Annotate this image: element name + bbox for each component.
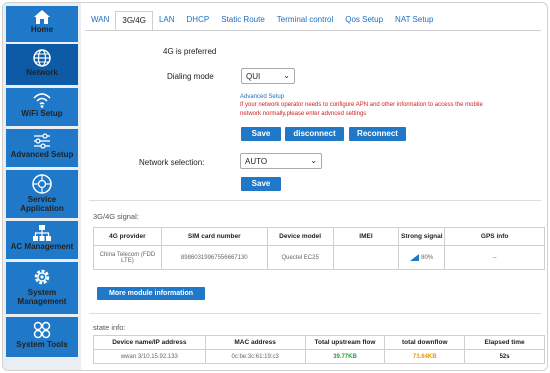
sidebar-item-label: Advanced Setup <box>10 150 74 159</box>
sidebar-item-label: System Management <box>17 288 67 306</box>
preferred-text: 4G is preferred <box>163 47 217 56</box>
sim-cell: 89860319967556667130 <box>160 245 268 270</box>
table-row: wwan 3/10.15.92.133 0c:be:3c:61:19:c3 39… <box>93 349 545 364</box>
column-header: SIM card number <box>160 227 268 246</box>
sidebar-item-service-application[interactable]: Service Application <box>6 170 78 218</box>
sidebar-item-label: Home <box>30 25 54 34</box>
sidebar-item-label: Network <box>26 68 58 77</box>
tab-divider <box>85 30 541 31</box>
tools-icon <box>33 321 51 339</box>
tab-dhcp[interactable]: DHCP <box>181 11 216 31</box>
tab-terminal-control[interactable]: Terminal control <box>271 11 339 31</box>
state-table-header: Device name/IP address MAC address Total… <box>93 335 545 350</box>
network-tree-icon <box>33 225 51 241</box>
sidebar-item-advanced-setup[interactable]: Advanced Setup <box>6 129 78 167</box>
sidebar-item-network[interactable]: Network <box>6 44 78 85</box>
warning-line-2: network normally,please enter advnced se… <box>240 111 367 117</box>
column-header: Device model <box>266 227 334 246</box>
tab-nat-setup[interactable]: NAT Setup <box>389 11 439 31</box>
tab-bar: WAN 3G/4G LAN DHCP Static Route Terminal… <box>85 11 439 31</box>
warning-line-1: If your network operator needs to config… <box>240 102 483 108</box>
router-admin-window: Home Network WiFi Setup Advanced Setup S… <box>2 2 548 371</box>
state-section-title: state info: <box>93 323 126 332</box>
more-module-info-button[interactable]: More module information <box>97 287 205 300</box>
column-header: Total upstream flow <box>304 335 386 350</box>
provider-cell: China Telecom (FDD LTE) <box>93 245 162 270</box>
sliders-icon <box>34 133 50 149</box>
device-cell: wwan 3/10.15.92.133 <box>93 349 206 364</box>
main-panel: WAN 3G/4G LAN DHCP Static Route Terminal… <box>85 3 547 370</box>
tab-wan[interactable]: WAN <box>85 11 115 31</box>
column-header: total downflow <box>384 335 466 350</box>
sidebar-item-home[interactable]: Home <box>6 6 78 42</box>
save-button[interactable]: Save <box>241 127 281 141</box>
tab-3g4g[interactable]: 3G/4G <box>115 11 153 31</box>
globe-icon <box>33 49 51 67</box>
gear-icon <box>34 269 50 285</box>
signal-bars-icon <box>410 253 420 261</box>
sidebar-item-label: System Tools <box>16 340 68 349</box>
signal-strength-cell: 80% <box>398 245 446 270</box>
column-header: Elapsed time <box>464 335 545 350</box>
column-header: GPS info <box>444 227 545 246</box>
model-cell: Quectel EC25 <box>266 245 334 270</box>
column-header: 4G provider <box>93 227 162 246</box>
reconnect-button[interactable]: Reconnect <box>349 127 406 141</box>
dialing-mode-value: QUI <box>246 72 261 81</box>
imei-cell <box>332 245 400 270</box>
sidebar-item-system-tools[interactable]: System Tools <box>6 317 78 357</box>
wifi-icon <box>33 93 51 108</box>
column-header: Strong signal <box>398 227 446 246</box>
downflow-cell: 73.64KB <box>384 349 466 364</box>
sidebar-item-ac-management[interactable]: AC Management <box>6 221 78 259</box>
dialing-mode-label: Dialing mode <box>167 72 214 81</box>
sidebar-item-label: AC Management <box>10 242 74 251</box>
dialing-mode-select[interactable]: QUI ⌄ <box>241 68 295 84</box>
save-network-button[interactable]: Save <box>241 177 281 191</box>
mac-cell: 0c:be:3c:61:19:c3 <box>204 349 306 364</box>
chevron-down-icon: ⌄ <box>283 71 290 80</box>
sidebar-item-wifi-setup[interactable]: WiFi Setup <box>6 88 78 126</box>
chevron-down-icon: ⌄ <box>310 156 317 165</box>
signal-section-title: 3G/4G signal: <box>93 212 139 221</box>
signal-table-header: 4G provider SIM card number Device model… <box>93 227 545 246</box>
elapsed-cell: 52s <box>464 349 545 364</box>
sidebar-item-system-management[interactable]: System Management <box>6 262 78 314</box>
disconnect-button[interactable]: disconnect <box>285 127 344 141</box>
section-divider <box>89 200 541 201</box>
column-header: IMEI <box>332 227 400 246</box>
sidebar-item-label: Service Application <box>20 195 64 213</box>
tab-qos-setup[interactable]: Qos Setup <box>339 11 389 31</box>
column-header: MAC address <box>204 335 306 350</box>
sidebar: Home Network WiFi Setup Advanced Setup S… <box>3 3 81 370</box>
advanced-setup-link[interactable]: Advanced Setup <box>240 94 284 100</box>
gps-cell: -- <box>444 245 545 270</box>
network-selection-label: Network selection: <box>139 158 205 167</box>
section-divider <box>89 313 541 314</box>
network-selection-select[interactable]: AUTO ⌄ <box>240 153 322 169</box>
table-row: China Telecom (FDD LTE) 8986031996755666… <box>93 245 545 270</box>
tab-lan[interactable]: LAN <box>153 11 181 31</box>
home-icon <box>34 10 50 24</box>
signal-table: 4G provider SIM card number Device model… <box>93 227 545 270</box>
signal-strength-value: 80% <box>421 255 434 262</box>
column-header: Device name/IP address <box>93 335 206 350</box>
state-table: Device name/IP address MAC address Total… <box>93 335 545 364</box>
network-selection-value: AUTO <box>245 157 268 166</box>
sidebar-item-label: WiFi Setup <box>21 109 63 118</box>
upstream-cell: 39.77KB <box>304 349 386 364</box>
tab-static-route[interactable]: Static Route <box>215 11 271 31</box>
service-icon <box>32 174 52 194</box>
